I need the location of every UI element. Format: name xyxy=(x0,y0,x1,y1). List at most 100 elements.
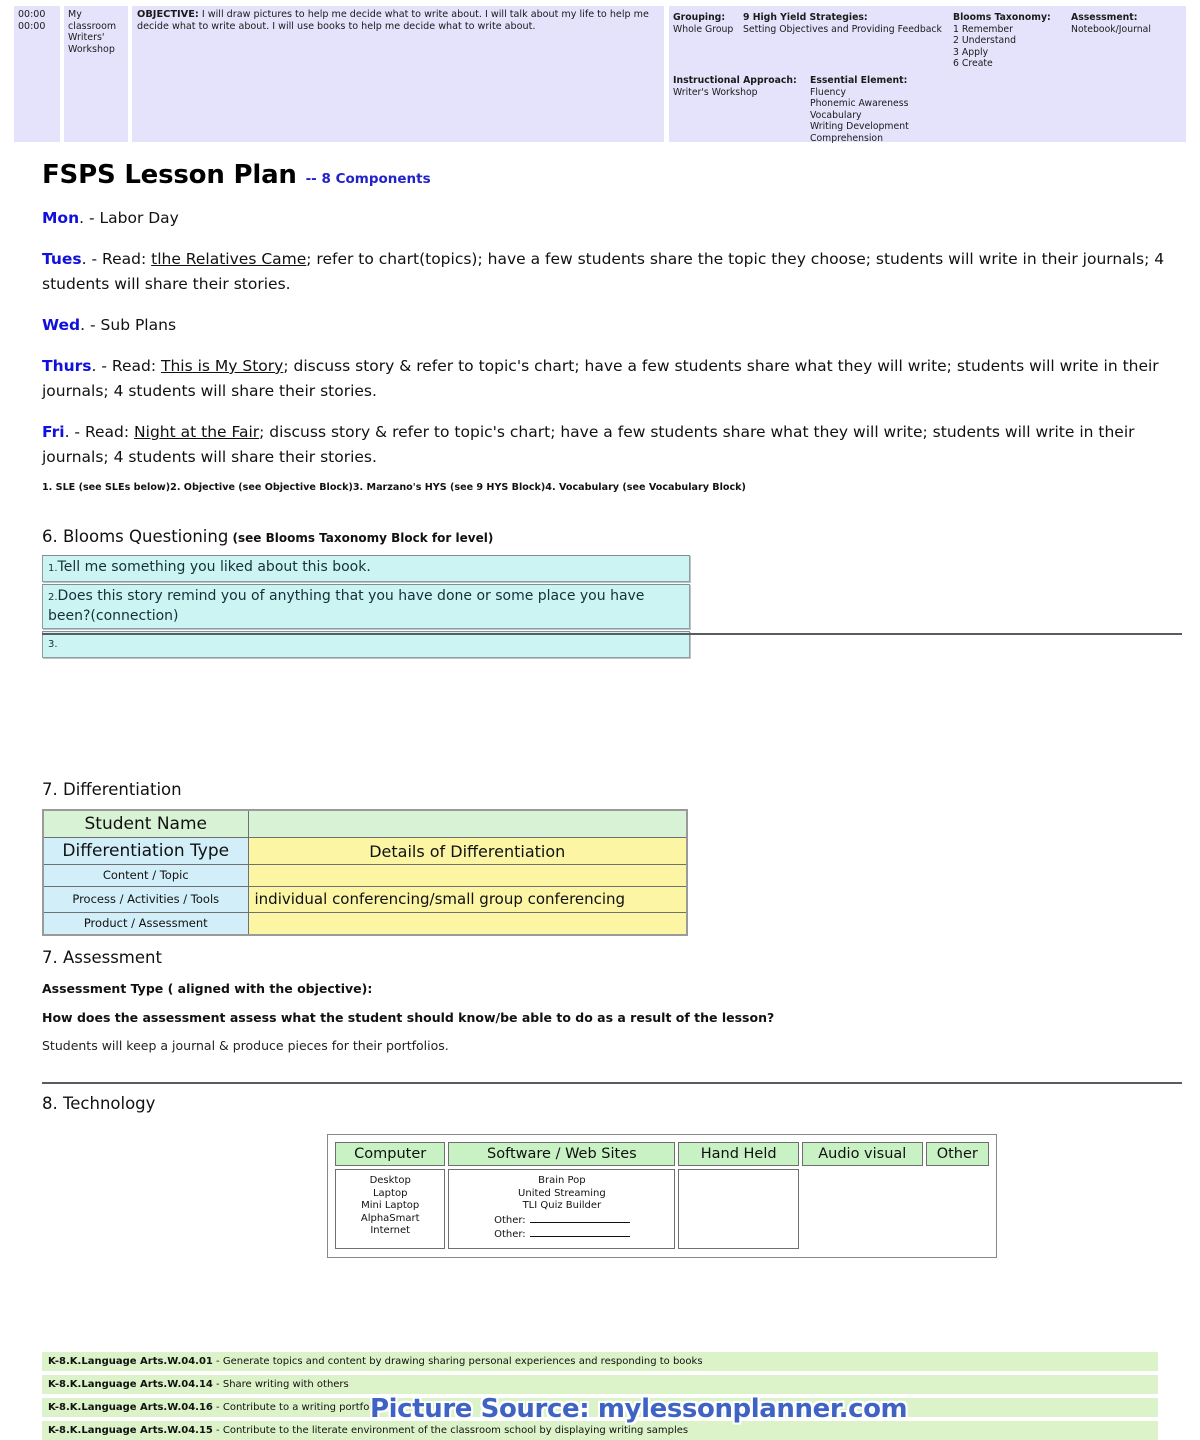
technology-heading: 8. Technology xyxy=(42,1094,156,1113)
standard-text: - Generate topics and content by drawing… xyxy=(212,1356,703,1367)
essential-item: Writing Development xyxy=(810,121,909,133)
page-title: FSPS Lesson Plan -- 8 Components xyxy=(42,160,1182,190)
day-label: Fri xyxy=(42,423,65,441)
time-end: 00:00 xyxy=(18,20,46,32)
tech-cell-other[interactable] xyxy=(926,1169,989,1249)
tech-other-input[interactable] xyxy=(529,1228,630,1237)
standard-code: K-8.K.Language Arts.W.04.14 xyxy=(48,1379,213,1390)
question-text: Does this story remind you of anything t… xyxy=(48,588,645,624)
assessment-value: Notebook/Journal xyxy=(1071,23,1151,35)
blooms-question-input[interactable]: 3. xyxy=(42,631,690,658)
tech-other-label: Other: xyxy=(494,1214,526,1226)
table-row: Content / Topic xyxy=(42,864,688,887)
tech-item: Internet xyxy=(370,1225,411,1236)
book-title: Night at the Fair xyxy=(134,423,260,441)
lesson-plan-body: FSPS Lesson Plan -- 8 Components Mon. - … xyxy=(0,148,1200,660)
table-row: Product / Assessment xyxy=(42,912,688,936)
table-header-row: Computer Software / Web Sites Hand Held … xyxy=(335,1142,989,1166)
blooms-level: 6 Create xyxy=(953,58,993,70)
technology-table: Computer Software / Web Sites Hand Held … xyxy=(332,1139,992,1252)
essential-item: Phonemic Awareness xyxy=(810,98,909,110)
day-sep: . - xyxy=(64,423,81,441)
blooms-level: 1 Remember xyxy=(953,23,1013,35)
objective-label: OBJECTIVE: xyxy=(137,9,199,20)
student-name-value[interactable] xyxy=(247,809,688,838)
grouping-value: Whole Group xyxy=(673,23,734,35)
blooms-questioning-title: 6. Blooms Questioning xyxy=(42,527,229,546)
question-number: 3. xyxy=(48,639,58,650)
table-row: Differentiation Type Details of Differen… xyxy=(42,837,688,865)
diff-type-product: Product / Assessment xyxy=(42,912,249,936)
day-pre: Sub Plans xyxy=(95,316,177,334)
standard-code: K-8.K.Language Arts.W.04.01 xyxy=(48,1356,213,1367)
assessment-heading: 7. Assessment xyxy=(42,948,162,967)
table-row: Desktop Laptop Mini Laptop AlphaSmart In… xyxy=(335,1169,989,1249)
tech-other-row: Other: xyxy=(453,1214,670,1228)
diff-details-process[interactable]: individual conferencing/small group conf… xyxy=(247,886,688,913)
blooms-question-input[interactable]: 1.Tell me something you liked about this… xyxy=(42,555,690,582)
location-line-2: Writers' Workshop xyxy=(68,32,115,55)
day-label: Mon xyxy=(42,209,80,227)
differentiation-table: Student Name Differentiation Type Detail… xyxy=(42,809,688,936)
tech-col-other: Other xyxy=(925,1142,989,1166)
details-header-label: Details of Differentiation xyxy=(247,837,688,865)
tech-item: AlphaSmart xyxy=(360,1212,420,1224)
day-pre: Read: xyxy=(80,423,135,441)
essential-label: Essential Element: xyxy=(810,75,908,86)
tech-item: TLI Quiz Builder xyxy=(522,1200,602,1211)
assessment-label: Assessment: xyxy=(1071,12,1138,23)
diff-type-content: Content / Topic xyxy=(42,864,249,887)
header-time-column: 00:00 00:00 xyxy=(14,6,60,142)
blooms-level: 2 Understand xyxy=(953,35,1016,47)
tech-other-input[interactable] xyxy=(529,1214,630,1223)
standard-code: K-8.K.Language Arts.W.04.15 xyxy=(48,1425,213,1436)
time-start: 00:00 xyxy=(18,9,46,20)
table-row: Process / Activities / Tools individual … xyxy=(42,886,688,913)
diff-details-product[interactable] xyxy=(247,912,688,936)
day-sep: . - xyxy=(81,250,98,268)
essential-item: Comprehension xyxy=(810,132,883,144)
standard-row: K-8.K.Language Arts.W.04.14 - Share writ… xyxy=(42,1375,1158,1394)
tech-item: Laptop xyxy=(372,1187,408,1199)
standard-code: K-8.K.Language Arts.W.04.16 xyxy=(48,1402,213,1413)
header-meta-column: Grouping: Whole Group 9 High Yield Strat… xyxy=(669,6,1186,145)
tech-other-row: Other: xyxy=(453,1228,670,1242)
blooms-question-list: 1.Tell me something you liked about this… xyxy=(42,555,690,658)
technology-section: 8. Technology Computer Software / Web Si… xyxy=(42,1094,1152,1258)
student-name-label: Student Name xyxy=(42,809,249,838)
blooms-question-input[interactable]: 2.Does this story remind you of anything… xyxy=(42,584,690,629)
day-row-fri: Fri. - Read: Night at the Fair; discuss … xyxy=(42,420,1182,470)
book-title: This is My Story xyxy=(161,357,284,375)
instructional-approach-field: Instructional Approach: Writer's Worksho… xyxy=(673,75,805,98)
tech-cell-computer[interactable]: Desktop Laptop Mini Laptop AlphaSmart In… xyxy=(335,1169,446,1249)
approach-value: Writer's Workshop xyxy=(673,86,758,98)
source-watermark: Picture Source: mylessonplanner.com xyxy=(370,1394,908,1424)
tech-cell-audiovisual[interactable] xyxy=(802,1169,923,1249)
section-divider xyxy=(42,633,1182,635)
page-title-main: FSPS Lesson Plan xyxy=(42,160,297,190)
blooms-label: Blooms Taxonomy: xyxy=(953,12,1051,23)
day-sep: . - xyxy=(80,316,96,334)
standard-text: - Contribute to the literate environment… xyxy=(212,1425,689,1436)
tech-item: Mini Laptop xyxy=(361,1200,420,1211)
tech-cell-software[interactable]: Brain Pop United Streaming TLI Quiz Buil… xyxy=(448,1169,676,1249)
objective-text: I will draw pictures to help me decide w… xyxy=(137,9,649,32)
day-label: Wed xyxy=(42,316,81,334)
location-line-1: My classroom xyxy=(68,9,117,32)
header-location-column: My classroom Writers' Workshop xyxy=(64,6,128,142)
tech-cell-handheld[interactable] xyxy=(678,1169,799,1249)
question-number: 2. xyxy=(48,592,58,603)
hys-label: 9 High Yield Strategies: xyxy=(743,12,868,23)
day-pre: Read: xyxy=(97,250,152,268)
question-number: 1. xyxy=(48,563,58,574)
essential-item: Fluency xyxy=(810,86,847,98)
differentiation-heading: 7. Differentiation xyxy=(42,780,182,799)
assessment-answer: Students will keep a journal & produce p… xyxy=(42,1038,449,1053)
objective-paragraph: OBJECTIVE: I will draw pictures to help … xyxy=(137,9,658,33)
essential-element-field: Essential Element: Fluency Phonemic Awar… xyxy=(810,75,960,145)
differentiation-section: 7. Differentiation Student Name Differen… xyxy=(42,780,742,936)
diff-details-content[interactable] xyxy=(247,864,688,887)
tech-item: United Streaming xyxy=(518,1187,606,1199)
tech-item: Brain Pop xyxy=(538,1175,586,1186)
essential-item: Vocabulary xyxy=(810,109,862,121)
